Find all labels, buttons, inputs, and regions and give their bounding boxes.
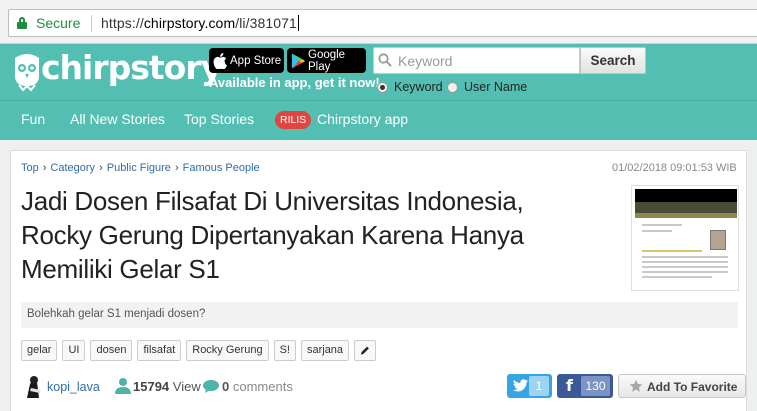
star-icon <box>629 379 643 392</box>
radio-dot <box>447 81 458 93</box>
user-icon <box>115 378 131 394</box>
comment-icon <box>203 380 219 393</box>
radio-dot-selected <box>377 81 388 93</box>
story-date: 01/02/2018 09:01:53 WIB <box>612 162 737 174</box>
breadcrumb-category[interactable]: Category <box>50 162 95 174</box>
url-host: chirpstory.com <box>143 15 236 31</box>
facebook-icon: f <box>566 376 573 395</box>
pencil-icon <box>360 346 369 355</box>
breadcrumb-separator: › <box>42 162 47 174</box>
twitter-count: 1 <box>529 376 549 396</box>
breadcrumb: Top › Category › Public Figure › Famous People <box>21 162 260 174</box>
radio-user-name[interactable]: User Name <box>447 80 527 94</box>
apple-icon <box>213 52 227 69</box>
breadcrumb-separator: › <box>174 162 179 174</box>
breadcrumb-separator: › <box>99 162 103 174</box>
site-header: chirpstory App Store Google Play Availab… <box>0 44 757 100</box>
twitter-share-button[interactable]: 1 <box>507 374 552 398</box>
radio-keyword-label: Keyword <box>394 80 443 94</box>
tag-item[interactable]: S! <box>273 340 296 361</box>
url-scheme: https:// <box>101 15 144 31</box>
comments-label: comments <box>232 379 293 394</box>
facebook-share-button[interactable]: f 130 <box>557 374 613 398</box>
view-count: 15794 View <box>133 379 201 394</box>
main-nav: Fun All New Stories Top Stories RILIS Ch… <box>0 100 757 140</box>
lock-icon <box>17 17 27 29</box>
address-bar[interactable]: Secure https://chirpstory.com/li/381071 <box>8 9 757 37</box>
google-play-icon <box>292 53 305 68</box>
views-number: 15794 <box>133 379 170 394</box>
bird-logo-icon <box>15 54 39 92</box>
comment-count[interactable]: 0 comments <box>222 379 293 394</box>
tag-item[interactable]: filsafat <box>137 340 182 361</box>
app-store-button[interactable]: App Store <box>209 48 284 73</box>
site-logo[interactable]: chirpstory <box>11 48 222 92</box>
radio-user-name-label: User Name <box>464 80 528 94</box>
search-button[interactable]: Search <box>580 47 646 74</box>
tag-item[interactable]: sarjana <box>300 340 350 361</box>
google-play-label: Google Play <box>308 48 346 73</box>
tag-item[interactable]: Rocky Gerung <box>186 340 269 361</box>
story-card: Top › Category › Public Figure › Famous People… <box>10 150 747 411</box>
available-text: Available in app, get it now! <box>209 75 380 90</box>
tag-item[interactable]: dosen <box>90 340 133 361</box>
thumbnail-photo <box>710 230 726 250</box>
google-play-button[interactable]: Google Play <box>287 48 366 73</box>
nav-item-all-new-stories[interactable]: All New Stories <box>70 111 165 127</box>
secure-label: Secure <box>36 15 81 31</box>
address-divider <box>91 15 92 32</box>
twitter-icon <box>513 379 528 392</box>
text-caret <box>297 15 299 31</box>
avatar[interactable] <box>21 374 45 398</box>
tag-item[interactable]: gelar <box>21 340 58 361</box>
breadcrumb-top[interactable]: Top <box>21 162 39 174</box>
url-text[interactable]: https://chirpstory.com/li/381071 <box>101 15 299 31</box>
favorite-label: Add To Favorite <box>647 380 738 394</box>
url-path: /li/381071 <box>235 15 297 31</box>
edit-tags-button[interactable] <box>354 340 377 361</box>
story-meta: kopi_lava 15794 View 0 comments 1 f 130 … <box>21 374 746 398</box>
tag-list: gelar UI dosen filsafat Rocky Gerung S! … <box>21 340 381 362</box>
nav-item-chirpstory-app[interactable]: Chirpstory app <box>317 111 408 127</box>
comments-number: 0 <box>222 379 230 394</box>
add-to-favorite-button[interactable]: Add To Favorite <box>618 374 746 398</box>
facebook-count: 130 <box>581 376 610 396</box>
story-title: Jadi Dosen Filsafat Di Universitas Indon… <box>21 186 524 284</box>
breadcrumb-famous-people[interactable]: Famous People <box>183 162 260 174</box>
author-link[interactable]: kopi_lava <box>47 380 100 394</box>
views-label: View <box>172 379 201 394</box>
search-input[interactable] <box>373 47 580 74</box>
search-icon <box>378 53 392 67</box>
new-release-badge[interactable]: RILIS <box>275 111 312 129</box>
logo-text: chirpstory <box>41 48 222 87</box>
tag-item[interactable]: UI <box>62 340 86 361</box>
story-summary: Bolehkah gelar S1 menjadi dosen? <box>21 302 738 328</box>
story-thumbnail[interactable] <box>631 185 739 291</box>
radio-keyword[interactable]: Keyword <box>377 80 443 94</box>
browser-toolbar: Secure https://chirpstory.com/li/381071 <box>0 0 757 44</box>
breadcrumb-public-figure[interactable]: Public Figure <box>107 162 171 174</box>
nav-item-top-stories[interactable]: Top Stories <box>184 111 254 127</box>
nav-item-fun[interactable]: Fun <box>21 111 45 127</box>
app-store-label: App Store <box>230 54 282 67</box>
